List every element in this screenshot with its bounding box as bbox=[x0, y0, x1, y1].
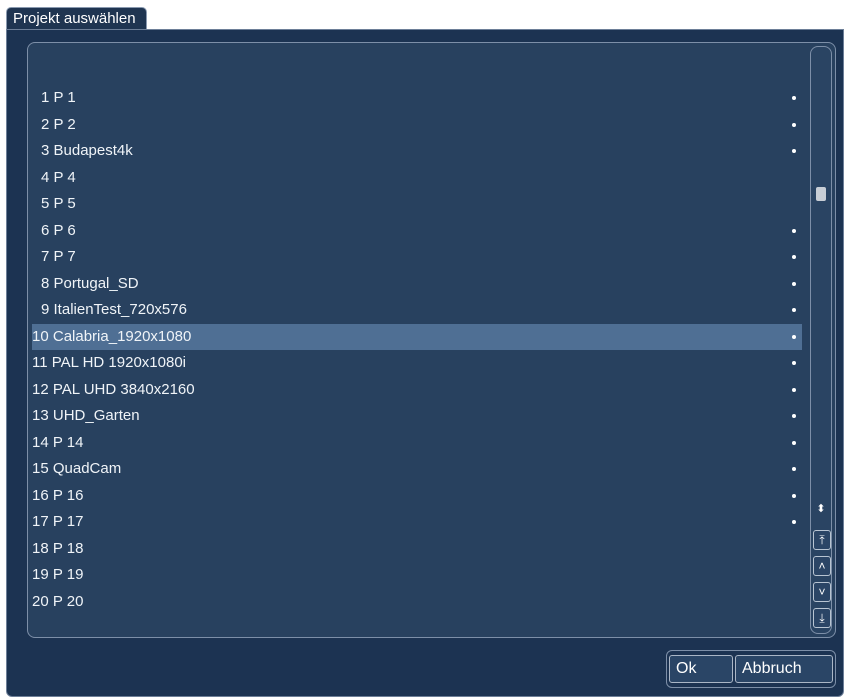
project-number: 4 bbox=[41, 168, 50, 186]
list-item[interactable]: 12 PAL UHD 3840x2160 bbox=[32, 377, 802, 404]
list-item[interactable]: 11 PAL HD 1920x1080i bbox=[32, 350, 802, 377]
project-used-dot-icon bbox=[792, 96, 796, 100]
project-name: ItalienTest_720x576 bbox=[53, 301, 187, 318]
project-name: P 1 bbox=[53, 89, 76, 106]
scroll-down-icon: ˅ bbox=[818, 585, 826, 599]
project-number: 16 bbox=[32, 486, 49, 504]
scroll-to-top-icon: ⤒ bbox=[819, 533, 825, 547]
project-used-dot-icon bbox=[792, 149, 796, 153]
updown-glyph: ⬍ bbox=[816, 503, 826, 515]
list-item[interactable]: 8 Portugal_SD bbox=[32, 271, 802, 298]
list-item[interactable]: 3 Budapest4k bbox=[32, 138, 802, 165]
project-number: 6 bbox=[41, 221, 50, 239]
list-item[interactable]: 1 P 1 bbox=[32, 85, 802, 112]
list-item[interactable]: 7 P 7 bbox=[32, 244, 802, 271]
scrollbar-thumb[interactable] bbox=[816, 187, 826, 201]
cancel-button[interactable]: Abbruch bbox=[735, 655, 833, 683]
project-used-dot-icon bbox=[792, 493, 796, 498]
project-number: 17 bbox=[32, 513, 49, 530]
project-number: 8 bbox=[41, 274, 50, 292]
project-name: P 5 bbox=[53, 195, 76, 212]
project-used-dot-icon bbox=[792, 361, 796, 365]
ok-button-label: Ok bbox=[676, 660, 697, 677]
project-number: 11 bbox=[32, 354, 48, 371]
project-name: Calabria_1920x1080 bbox=[52, 327, 192, 345]
project-used-dot-icon bbox=[792, 387, 796, 392]
project-name: P 17 bbox=[52, 513, 84, 530]
project-name: P 6 bbox=[53, 221, 76, 239]
project-used-dot-icon bbox=[792, 308, 796, 312]
list-item[interactable]: 9 ItalienTest_720x576 bbox=[32, 297, 802, 324]
list-item[interactable]: 2 P 2 bbox=[32, 112, 802, 139]
project-name: P 16 bbox=[52, 486, 84, 504]
project-name: UHD_Garten bbox=[52, 407, 140, 424]
project-used-dot-icon bbox=[792, 281, 796, 286]
project-list-panel: 1 P 12 P 23 Budapest4k 4 P 45 P 56 P 67 P… bbox=[27, 42, 836, 638]
scroll-to-top-button[interactable]: ⤒ bbox=[813, 530, 831, 550]
list-item[interactable]: 18 P 18 bbox=[32, 536, 802, 563]
project-number: 5 bbox=[41, 195, 50, 212]
list-item[interactable]: 6 P 6 bbox=[32, 218, 802, 245]
project-used-dot-icon bbox=[792, 520, 796, 524]
project-name: P 20 bbox=[52, 592, 84, 610]
project-name: Portugal_SD bbox=[53, 274, 139, 292]
project-number: 14 bbox=[32, 433, 49, 451]
project-number: 9 bbox=[41, 301, 50, 318]
list-item[interactable]: 5 P 5 bbox=[32, 191, 802, 218]
project-number: 10 bbox=[32, 327, 49, 345]
project-name: PAL UHD 3840x2160 bbox=[52, 380, 195, 398]
project-name: P 14 bbox=[52, 433, 84, 451]
project-number: 12 bbox=[32, 380, 49, 398]
scroll-down-button[interactable]: ˅ bbox=[813, 582, 831, 602]
cancel-button-label: Abbruch bbox=[742, 660, 802, 677]
project-number: 3 bbox=[41, 142, 50, 159]
project-name: QuadCam bbox=[52, 460, 122, 477]
list-item[interactable]: 13 UHD_Garten bbox=[32, 403, 802, 430]
project-name: PAL HD 1920x1080i bbox=[51, 354, 187, 371]
project-name: P 4 bbox=[53, 168, 76, 186]
list-item[interactable]: 19 P 19 bbox=[32, 562, 802, 589]
list-item[interactable]: 20 P 20 bbox=[32, 589, 802, 616]
list-item[interactable]: 14 P 14 bbox=[32, 430, 802, 457]
scroll-to-bottom-icon: ⤓ bbox=[819, 611, 825, 625]
project-list[interactable]: 1 P 12 P 23 Budapest4k 4 P 45 P 56 P 67 P… bbox=[32, 85, 802, 615]
project-name: P 7 bbox=[53, 248, 76, 265]
scroll-up-icon: ˄ bbox=[818, 559, 826, 573]
project-used-dot-icon bbox=[792, 255, 796, 259]
project-number: 18 bbox=[32, 539, 49, 557]
project-select-dialog: 1 P 12 P 23 Budapest4k 4 P 45 P 56 P 67 P… bbox=[6, 29, 844, 697]
project-number: 20 bbox=[32, 592, 49, 610]
project-used-dot-icon bbox=[792, 122, 796, 127]
project-name: P 2 bbox=[53, 115, 76, 133]
scroll-up-button[interactable]: ˄ bbox=[813, 556, 831, 576]
project-used-dot-icon bbox=[792, 228, 796, 233]
dialog-title: Projekt auswählen bbox=[13, 10, 136, 27]
project-number: 7 bbox=[41, 248, 50, 265]
list-item[interactable]: 17 P 17 bbox=[32, 509, 802, 536]
project-number: 2 bbox=[41, 115, 50, 133]
project-used-dot-icon bbox=[792, 467, 796, 471]
project-used-dot-icon bbox=[792, 334, 796, 339]
project-used-dot-icon bbox=[792, 440, 796, 445]
project-number: 19 bbox=[32, 566, 49, 583]
project-used-dot-icon bbox=[792, 414, 796, 418]
scroll-to-bottom-button[interactable]: ⤓ bbox=[813, 608, 831, 628]
ok-button[interactable]: Ok bbox=[669, 655, 733, 683]
list-item[interactable]: 16 P 16 bbox=[32, 483, 802, 510]
list-item[interactable]: 15 QuadCam bbox=[32, 456, 802, 483]
updown-icon[interactable]: ⬍ bbox=[815, 503, 827, 525]
project-name: P 19 bbox=[52, 566, 84, 583]
project-number: 13 bbox=[32, 407, 49, 424]
list-item-selected[interactable]: 10 Calabria_1920x1080 bbox=[32, 323, 802, 350]
dialog-title-tab: Projekt auswählen bbox=[6, 7, 147, 30]
project-number: 15 bbox=[32, 460, 49, 477]
project-name: Budapest4k bbox=[53, 142, 133, 159]
list-item[interactable]: 4 P 4 bbox=[32, 165, 802, 192]
project-number: 1 bbox=[41, 89, 50, 106]
project-name: P 18 bbox=[52, 539, 84, 557]
